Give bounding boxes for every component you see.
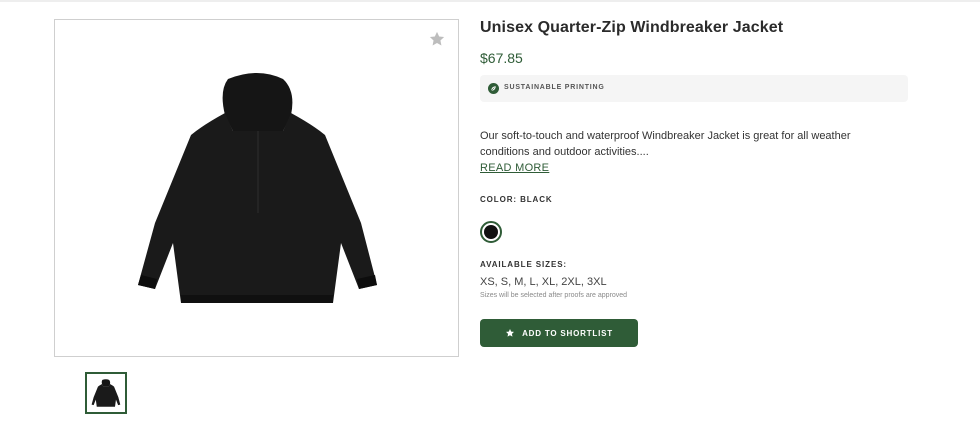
color-label: COLOR: BLACK [480, 195, 553, 204]
sizes-note: Sizes will be selected after proofs are … [480, 292, 628, 299]
available-sizes-label: AVAILABLE SIZES: [480, 260, 567, 269]
leaf-icon [488, 83, 499, 94]
color-swatch-black[interactable] [480, 221, 502, 243]
product-description: Our soft-to-touch and waterproof Windbre… [480, 130, 851, 158]
read-more-link[interactable]: READ MORE [480, 162, 549, 174]
jacket-thumbnail-image [91, 379, 121, 407]
jacket-image [138, 73, 377, 303]
star-icon [506, 329, 515, 337]
favorite-star-icon[interactable] [428, 30, 446, 48]
product-title: Unisex Quarter-Zip Windbreaker Jacket [480, 19, 784, 36]
sizes-list: XS, S, M, L, XL, 2XL, 3XL [480, 276, 607, 288]
shortlist-button-label: ADD TO SHORTLIST [522, 328, 613, 338]
add-to-shortlist-button[interactable]: ADD TO SHORTLIST [480, 319, 638, 347]
sustainable-printing-badge: SUSTAINABLE PRINTING [480, 75, 908, 102]
product-main-image [54, 19, 459, 357]
product-thumbnail[interactable] [85, 372, 127, 414]
product-price: $67.85 [480, 50, 523, 66]
badge-label: SUSTAINABLE PRINTING [504, 84, 605, 91]
top-divider [0, 0, 980, 2]
